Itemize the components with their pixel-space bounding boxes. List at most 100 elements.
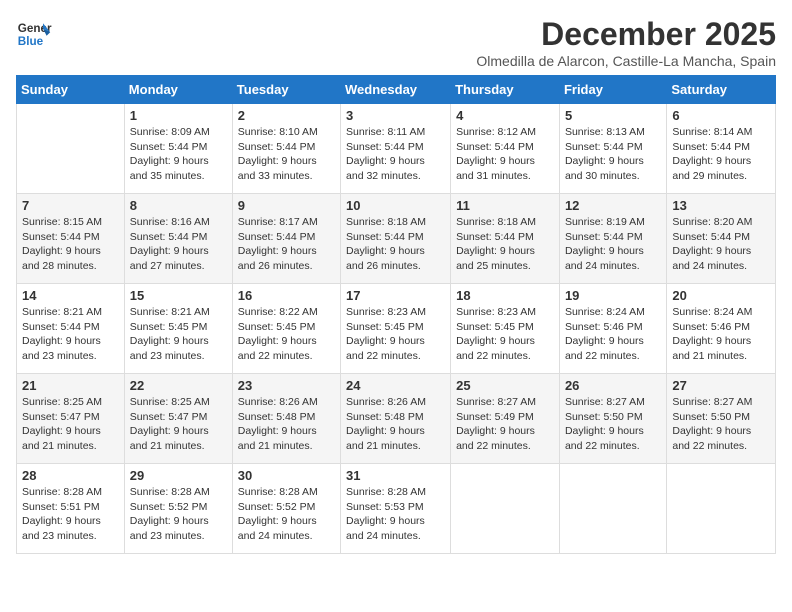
day-number: 1 — [130, 108, 227, 123]
day-number: 14 — [22, 288, 119, 303]
day-info: Sunrise: 8:22 AM Sunset: 5:45 PM Dayligh… — [238, 305, 335, 364]
day-number: 16 — [238, 288, 335, 303]
day-info: Sunrise: 8:27 AM Sunset: 5:49 PM Dayligh… — [456, 395, 554, 454]
calendar-day-cell: 8 Sunrise: 8:16 AM Sunset: 5:44 PM Daylig… — [124, 194, 232, 284]
calendar-day-cell: 1 Sunrise: 8:09 AM Sunset: 5:44 PM Daylig… — [124, 104, 232, 194]
calendar-day-cell: 9Sunrise: 8:17 AM Sunset: 5:44 PM Daylig… — [232, 194, 340, 284]
calendar-day-cell: 7 Sunrise: 8:15 AM Sunset: 5:44 PM Daylig… — [17, 194, 125, 284]
day-info: Sunrise: 8:23 AM Sunset: 5:45 PM Dayligh… — [346, 305, 445, 364]
calendar-day-cell — [667, 464, 776, 554]
day-number: 25 — [456, 378, 554, 393]
day-number: 22 — [130, 378, 227, 393]
calendar-day-cell: 21Sunrise: 8:25 AM Sunset: 5:47 PM Dayli… — [17, 374, 125, 464]
calendar-day-cell: 26Sunrise: 8:27 AM Sunset: 5:50 PM Dayli… — [559, 374, 666, 464]
day-number: 3 — [346, 108, 445, 123]
logo-icon: General Blue — [16, 16, 52, 52]
day-info: Sunrise: 8:14 AM Sunset: 5:44 PM Dayligh… — [672, 125, 770, 184]
day-info: Sunrise: 8:21 AM Sunset: 5:44 PM Dayligh… — [22, 305, 119, 364]
day-info: Sunrise: 8:09 AM Sunset: 5:44 PM Dayligh… — [130, 125, 227, 184]
calendar-day-cell: 17 Sunrise: 8:23 AM Sunset: 5:45 PM Dayli… — [341, 284, 451, 374]
day-info: Sunrise: 8:21 AM Sunset: 5:45 PM Dayligh… — [130, 305, 227, 364]
day-number: 23 — [238, 378, 335, 393]
day-info: Sunrise: 8:27 AM Sunset: 5:50 PM Dayligh… — [672, 395, 770, 454]
weekday-header: Monday — [124, 76, 232, 104]
day-info: Sunrise: 8:15 AM Sunset: 5:44 PM Dayligh… — [22, 215, 119, 274]
day-info: Sunrise: 8:26 AM Sunset: 5:48 PM Dayligh… — [346, 395, 445, 454]
calendar-day-cell — [17, 104, 125, 194]
day-number: 18 — [456, 288, 554, 303]
day-info: Sunrise: 8:28 AM Sunset: 5:53 PM Dayligh… — [346, 485, 445, 544]
calendar-day-cell: 11 Sunrise: 8:18 AM Sunset: 5:44 PM Dayli… — [451, 194, 560, 284]
day-number: 20 — [672, 288, 770, 303]
calendar-day-cell: 20 Sunrise: 8:24 AM Sunset: 5:46 PM Dayli… — [667, 284, 776, 374]
calendar-day-cell: 19 Sunrise: 8:24 AM Sunset: 5:46 PM Dayli… — [559, 284, 666, 374]
day-info: Sunrise: 8:16 AM Sunset: 5:44 PM Dayligh… — [130, 215, 227, 274]
weekday-header-row: SundayMondayTuesdayWednesdayThursdayFrid… — [17, 76, 776, 104]
calendar-day-cell: 14 Sunrise: 8:21 AM Sunset: 5:44 PM Dayli… — [17, 284, 125, 374]
day-info: Sunrise: 8:18 AM Sunset: 5:44 PM Dayligh… — [456, 215, 554, 274]
day-info: Sunrise: 8:24 AM Sunset: 5:46 PM Dayligh… — [565, 305, 661, 364]
day-info: Sunrise: 8:23 AM Sunset: 5:45 PM Dayligh… — [456, 305, 554, 364]
calendar-day-cell — [451, 464, 560, 554]
calendar-week-row: 7 Sunrise: 8:15 AM Sunset: 5:44 PM Daylig… — [17, 194, 776, 284]
calendar-day-cell: 18 Sunrise: 8:23 AM Sunset: 5:45 PM Dayli… — [451, 284, 560, 374]
calendar-day-cell — [559, 464, 666, 554]
calendar-day-cell: 23 Sunrise: 8:26 AM Sunset: 5:48 PM Dayli… — [232, 374, 340, 464]
calendar-day-cell: 31 Sunrise: 8:28 AM Sunset: 5:53 PM Dayli… — [341, 464, 451, 554]
calendar-week-row: 14 Sunrise: 8:21 AM Sunset: 5:44 PM Dayli… — [17, 284, 776, 374]
page-header: General Blue December 2025 Olmedilla de … — [16, 16, 776, 69]
day-info: Sunrise: 8:28 AM Sunset: 5:52 PM Dayligh… — [238, 485, 335, 544]
day-number: 21 — [22, 378, 119, 393]
calendar-week-row: 21Sunrise: 8:25 AM Sunset: 5:47 PM Dayli… — [17, 374, 776, 464]
day-info: Sunrise: 8:12 AM Sunset: 5:44 PM Dayligh… — [456, 125, 554, 184]
day-number: 4 — [456, 108, 554, 123]
day-info: Sunrise: 8:26 AM Sunset: 5:48 PM Dayligh… — [238, 395, 335, 454]
day-number: 2 — [238, 108, 335, 123]
day-number: 31 — [346, 468, 445, 483]
day-number: 5 — [565, 108, 661, 123]
day-info: Sunrise: 8:18 AM Sunset: 5:44 PM Dayligh… — [346, 215, 445, 274]
day-number: 7 — [22, 198, 119, 213]
day-number: 26 — [565, 378, 661, 393]
day-info: Sunrise: 8:28 AM Sunset: 5:51 PM Dayligh… — [22, 485, 119, 544]
location-title: Olmedilla de Alarcon, Castille-La Mancha… — [476, 53, 776, 69]
day-info: Sunrise: 8:24 AM Sunset: 5:46 PM Dayligh… — [672, 305, 770, 364]
day-number: 8 — [130, 198, 227, 213]
calendar-day-cell: 5Sunrise: 8:13 AM Sunset: 5:44 PM Daylig… — [559, 104, 666, 194]
calendar-week-row: 1 Sunrise: 8:09 AM Sunset: 5:44 PM Daylig… — [17, 104, 776, 194]
day-number: 6 — [672, 108, 770, 123]
weekday-header: Wednesday — [341, 76, 451, 104]
svg-text:Blue: Blue — [18, 35, 44, 48]
calendar-day-cell: 4 Sunrise: 8:12 AM Sunset: 5:44 PM Daylig… — [451, 104, 560, 194]
calendar-day-cell: 28 Sunrise: 8:28 AM Sunset: 5:51 PM Dayli… — [17, 464, 125, 554]
month-title: December 2025 — [476, 16, 776, 53]
day-number: 13 — [672, 198, 770, 213]
weekday-header: Friday — [559, 76, 666, 104]
title-area: December 2025 Olmedilla de Alarcon, Cast… — [476, 16, 776, 69]
day-info: Sunrise: 8:10 AM Sunset: 5:44 PM Dayligh… — [238, 125, 335, 184]
day-info: Sunrise: 8:28 AM Sunset: 5:52 PM Dayligh… — [130, 485, 227, 544]
day-number: 27 — [672, 378, 770, 393]
day-number: 12 — [565, 198, 661, 213]
day-number: 30 — [238, 468, 335, 483]
weekday-header: Sunday — [17, 76, 125, 104]
weekday-header: Saturday — [667, 76, 776, 104]
calendar-day-cell: 10 Sunrise: 8:18 AM Sunset: 5:44 PM Dayli… — [341, 194, 451, 284]
day-number: 19 — [565, 288, 661, 303]
calendar-day-cell: 6 Sunrise: 8:14 AM Sunset: 5:44 PM Daylig… — [667, 104, 776, 194]
calendar-day-cell: 25 Sunrise: 8:27 AM Sunset: 5:49 PM Dayli… — [451, 374, 560, 464]
calendar-day-cell: 15Sunrise: 8:21 AM Sunset: 5:45 PM Dayli… — [124, 284, 232, 374]
day-number: 10 — [346, 198, 445, 213]
day-info: Sunrise: 8:11 AM Sunset: 5:44 PM Dayligh… — [346, 125, 445, 184]
calendar-day-cell: 2 Sunrise: 8:10 AM Sunset: 5:44 PM Daylig… — [232, 104, 340, 194]
weekday-header: Thursday — [451, 76, 560, 104]
calendar-day-cell: 29Sunrise: 8:28 AM Sunset: 5:52 PM Dayli… — [124, 464, 232, 554]
day-number: 28 — [22, 468, 119, 483]
calendar-day-cell: 30 Sunrise: 8:28 AM Sunset: 5:52 PM Dayli… — [232, 464, 340, 554]
calendar-day-cell: 16 Sunrise: 8:22 AM Sunset: 5:45 PM Dayli… — [232, 284, 340, 374]
day-number: 11 — [456, 198, 554, 213]
calendar-day-cell: 22Sunrise: 8:25 AM Sunset: 5:47 PM Dayli… — [124, 374, 232, 464]
calendar-day-cell: 27 Sunrise: 8:27 AM Sunset: 5:50 PM Dayli… — [667, 374, 776, 464]
calendar-day-cell: 24Sunrise: 8:26 AM Sunset: 5:48 PM Dayli… — [341, 374, 451, 464]
day-number: 17 — [346, 288, 445, 303]
